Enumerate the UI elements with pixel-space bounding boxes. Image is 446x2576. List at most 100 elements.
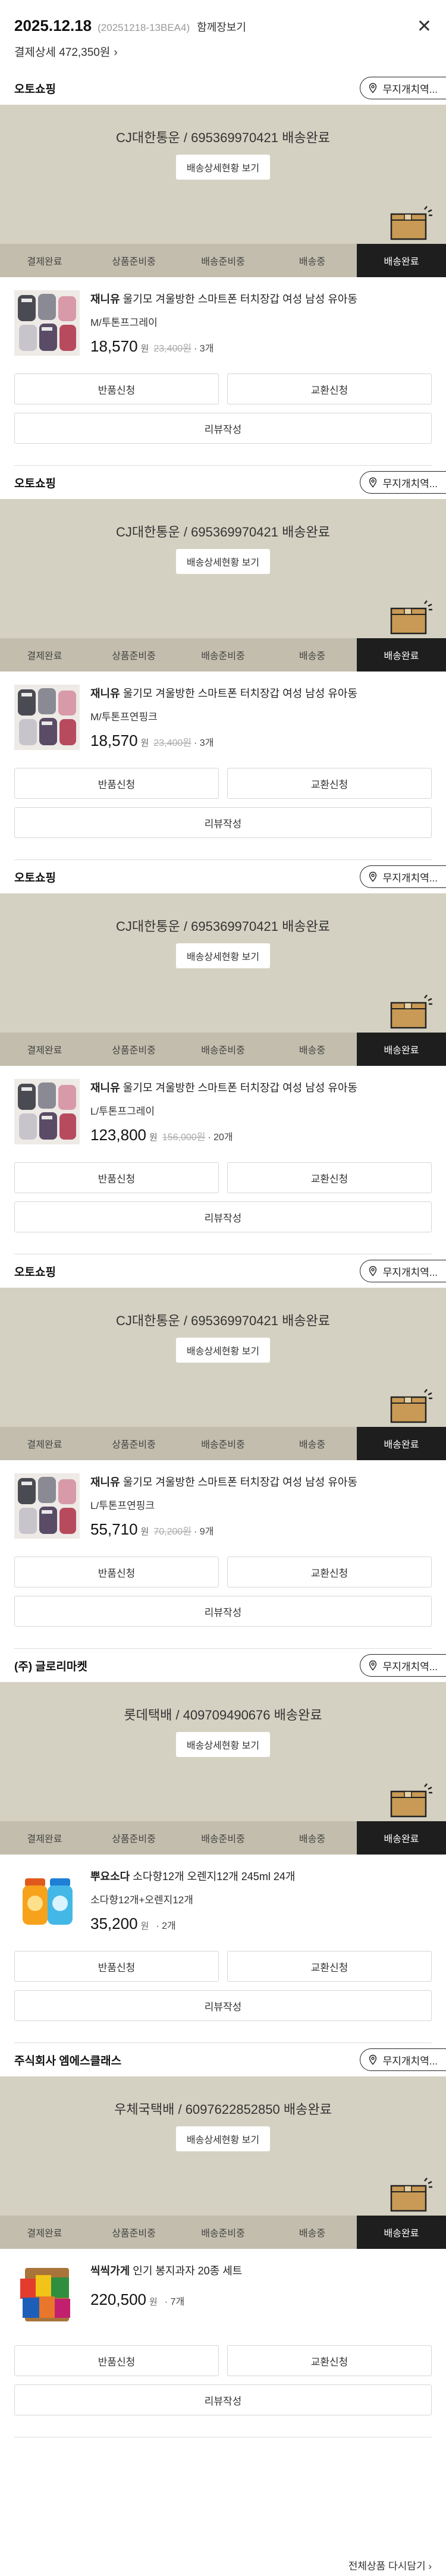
- exchange-request-button[interactable]: 교환신청: [227, 1162, 432, 1193]
- store-button-label: 무지개치역...: [382, 872, 438, 884]
- add-all-to-cart-link[interactable]: 전체상품 다시담기 ›: [348, 2558, 432, 2572]
- product-brand: 재니유: [90, 1476, 120, 1488]
- product-name: 씩씩가게 인기 봉지과자 20종 세트: [90, 2263, 432, 2279]
- product-option: L/투톤프연핑크: [90, 1500, 155, 1511]
- delivery-step: 배송중: [299, 1440, 326, 1450]
- delivery-step: 결제완료: [27, 1046, 62, 1056]
- store-button-label: 무지개치역...: [382, 83, 438, 95]
- location-pin-icon: [369, 1660, 376, 1671]
- location-pin-icon: [369, 2054, 376, 2065]
- gloves-product-image[interactable]: [14, 1079, 80, 1144]
- order-actions: 반품신청 교환신청 리뷰작성: [0, 1538, 446, 1627]
- write-review-button[interactable]: 리뷰작성: [14, 1596, 432, 1627]
- product-name: 재니유 울기모 겨울방한 스마트폰 터치장갑 여성 남성 유아동: [90, 686, 432, 701]
- product-item[interactable]: 재니유 울기모 겨울방한 스마트폰 터치장갑 여성 남성 유아동 M/투톤프그레…: [0, 277, 446, 356]
- delivery-step: 상품준비중: [112, 2229, 156, 2239]
- order-actions: 반품신청 교환신청 리뷰작성: [0, 1932, 446, 2021]
- delivery-step: 배송중: [299, 257, 326, 267]
- return-request-button[interactable]: 반품신청: [14, 768, 219, 799]
- product-price-row: 123,800 원 156,000원 · 20개: [90, 1126, 432, 1144]
- return-request-button[interactable]: 반품신청: [14, 1557, 219, 1587]
- return-request-button[interactable]: 반품신청: [14, 1951, 219, 1982]
- delivery-step: 배송완료: [357, 1821, 446, 1855]
- shipment-section: 오토쇼핑 무지개치역... CJ대한통운 / 695369970421 배송완료…: [0, 860, 446, 1254]
- delivery-steps: 결제완료 상품준비중 배송준비중 배송중 배송완료: [0, 244, 446, 277]
- store-button[interactable]: 무지개치역...: [359, 471, 446, 494]
- product-quantity: · 3개: [194, 738, 214, 748]
- gloves-product-image[interactable]: [14, 1473, 80, 1539]
- delivered-box-icon: [390, 206, 432, 240]
- delivery-step: 결제완료: [27, 651, 62, 661]
- exchange-request-button[interactable]: 교환신청: [227, 374, 432, 404]
- store-button[interactable]: 무지개치역...: [359, 865, 446, 888]
- delivery-status-banner: 우체국택배 / 6097622852850 배송완료 배송상세현황 보기 결제완…: [0, 2076, 446, 2249]
- price-currency: 원: [140, 1527, 149, 1537]
- track-detail-button[interactable]: 배송상세현황 보기: [176, 155, 270, 180]
- delivery-step: 상품준비중: [112, 651, 156, 661]
- view-together-link[interactable]: 함께장보기: [197, 19, 246, 34]
- write-review-button[interactable]: 리뷰작성: [14, 807, 432, 838]
- store-button[interactable]: 무지개치역...: [359, 1654, 446, 1677]
- gloves-product-image[interactable]: [14, 290, 80, 356]
- product-item[interactable]: 재니유 울기모 겨울방한 스마트폰 터치장갑 여성 남성 유아동 M/투톤프연핑…: [0, 672, 446, 750]
- delivery-step: 배송준비중: [201, 651, 245, 661]
- track-detail-button[interactable]: 배송상세현황 보기: [176, 549, 270, 574]
- exchange-request-button[interactable]: 교환신청: [227, 2345, 432, 2376]
- product-item[interactable]: 재니유 울기모 겨울방한 스마트폰 터치장갑 여성 남성 유아동 L/투톤프연핑…: [0, 1460, 446, 1539]
- product-item[interactable]: 뿌요소다 소다향12개 오렌지12개 245ml 24개 소다향12개+오렌지1…: [0, 1855, 446, 1933]
- write-review-button[interactable]: 리뷰작성: [14, 1990, 432, 2021]
- order-actions: 반품신청 교환신청 리뷰작성: [0, 749, 446, 838]
- track-detail-button[interactable]: 배송상세현황 보기: [176, 1338, 270, 1363]
- track-detail-button[interactable]: 배송상세현황 보기: [176, 2126, 270, 2151]
- exchange-request-button[interactable]: 교환신청: [227, 1951, 432, 1982]
- return-request-button[interactable]: 반품신청: [14, 2345, 219, 2376]
- delivery-step: 배송중: [299, 1834, 326, 1844]
- product-name: 뿌요소다 소다향12개 오렌지12개 245ml 24개: [90, 1869, 432, 1884]
- delivery-steps: 결제완료 상품준비중 배송준비중 배송중 배송완료: [0, 638, 446, 672]
- shipment-section: 주식회사 엠에스클래스 무지개치역... 우체국택배 / 60976228528…: [0, 2043, 446, 2437]
- delivery-step: 결제완료: [27, 1834, 62, 1844]
- track-detail-button[interactable]: 배송상세현황 보기: [176, 1732, 270, 1757]
- product-quantity: · 3개: [194, 344, 214, 354]
- shipment-section: 오토쇼핑 무지개치역... CJ대한통운 / 695369970421 배송완료…: [0, 466, 446, 860]
- product-item[interactable]: 씩씩가게 인기 봉지과자 20종 세트 220,500 원 · 7개: [0, 2249, 446, 2327]
- delivered-box-icon: [390, 2177, 432, 2212]
- original-price: 23,400원: [153, 738, 192, 748]
- payment-detail-link[interactable]: 결제상세 472,350원 ›: [14, 43, 432, 59]
- tracking-info: CJ대한통운 / 695369970421 배송완료: [115, 130, 331, 145]
- delivered-box-icon: [390, 1389, 432, 1423]
- product-price: 123,800: [90, 1126, 146, 1144]
- return-request-button[interactable]: 반품신청: [14, 1162, 219, 1193]
- delivery-step: 상품준비중: [112, 257, 156, 267]
- return-request-button[interactable]: 반품신청: [14, 374, 219, 404]
- delivery-steps: 결제완료 상품준비중 배송준비중 배송중 배송완료: [0, 1821, 446, 1855]
- product-item[interactable]: 재니유 울기모 겨울방한 스마트폰 터치장갑 여성 남성 유아동 L/투톤프그레…: [0, 1066, 446, 1144]
- seller-row: 오토쇼핑 무지개치역...: [0, 860, 446, 893]
- product-price: 18,570: [90, 337, 138, 355]
- shipment-list: 오토쇼핑 무지개치역... CJ대한통운 / 695369970421 배송완료…: [0, 71, 446, 2437]
- store-button[interactable]: 무지개치역...: [359, 77, 446, 99]
- product-option: M/투톤프연핑크: [90, 711, 158, 723]
- close-icon[interactable]: ✕: [417, 18, 432, 36]
- product-title: 울기모 겨울방한 스마트폰 터치장갑 여성 남성 유아동: [123, 1082, 358, 1094]
- write-review-button[interactable]: 리뷰작성: [14, 1201, 432, 1232]
- delivery-step: 배송준비중: [201, 1834, 245, 1844]
- exchange-request-button[interactable]: 교환신청: [227, 768, 432, 799]
- write-review-button[interactable]: 리뷰작성: [14, 413, 432, 444]
- delivered-box-icon: [390, 600, 432, 635]
- store-button[interactable]: 무지개치역...: [359, 2048, 446, 2071]
- snack-set-product-image[interactable]: [14, 2262, 80, 2327]
- write-review-button[interactable]: 리뷰작성: [14, 2384, 432, 2415]
- store-button[interactable]: 무지개치역...: [359, 1260, 446, 1282]
- gloves-product-image[interactable]: [14, 685, 80, 750]
- delivered-box-icon: [390, 994, 432, 1029]
- seller-name: 주식회사 엠에스클래스: [14, 2054, 122, 2067]
- track-detail-button[interactable]: 배송상세현황 보기: [176, 943, 270, 968]
- location-pin-icon: [369, 1266, 376, 1276]
- product-price-row: 18,570 원 23,400원 · 3개: [90, 337, 432, 356]
- store-button-label: 무지개치역...: [382, 2055, 438, 2067]
- exchange-request-button[interactable]: 교환신청: [227, 1557, 432, 1587]
- tracking-info: CJ대한통운 / 695369970421 배송완료: [115, 919, 331, 934]
- delivery-steps: 결제완료 상품준비중 배송준비중 배송중 배송완료: [0, 1427, 446, 1460]
- soda-product-image[interactable]: [14, 1868, 80, 1933]
